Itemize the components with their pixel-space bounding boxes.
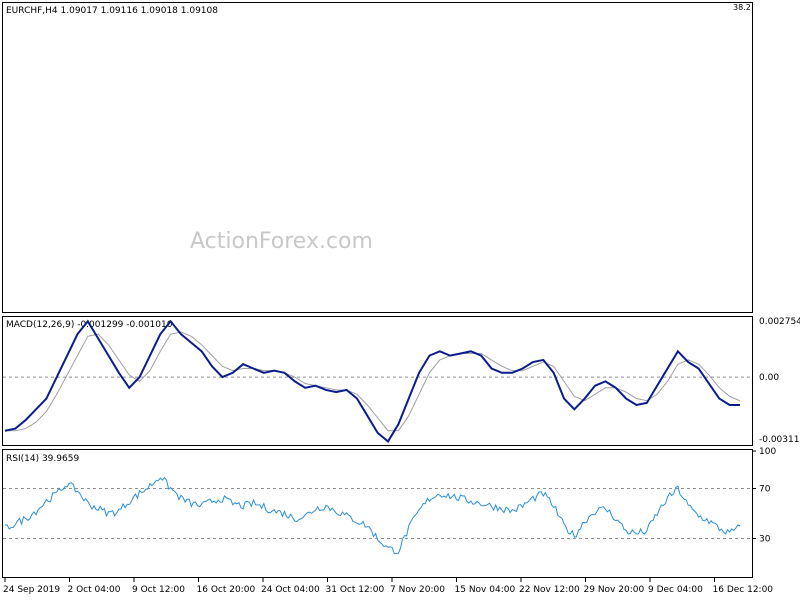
time-tick-label: 22 Nov 12:00: [519, 585, 580, 595]
rsi-tick-label: 100: [759, 447, 776, 457]
time-tick-label: 2 Oct 04:00: [68, 585, 121, 595]
eurchf-h4-chart: ActionForex.com EURCHF,H4 1.09017 1.0911…: [2, 2, 800, 595]
rsi-layer: [3, 476, 752, 555]
macd-tick-label: 0.002754: [759, 317, 800, 327]
macd-tick-label: 0.00: [759, 373, 779, 383]
time-tick-label: 24 Oct 04:00: [261, 585, 320, 595]
rsi-tick-label: 30: [759, 535, 771, 545]
time-tick-label: 29 Nov 20:00: [584, 585, 645, 595]
rsi-tick-label: 70: [759, 485, 771, 495]
rsi-panel-frame: [2, 449, 753, 578]
macd-line: [4, 319, 740, 443]
time-axis: 24 Sep 2019 2 Oct 04:00 9 Oct 12:00 16 Oct …: [3, 578, 773, 595]
price-header: EURCHF,H4 1.09017 1.09116 1.09018 1.0910…: [6, 6, 218, 16]
time-tick-label: 15 Nov 04:00: [455, 585, 516, 595]
time-tick-label: 7 Nov 20:00: [390, 585, 445, 595]
time-tick-label: 9 Dec 04:00: [648, 585, 703, 595]
macd-signal-line: [5, 331, 741, 432]
rsi-header: RSI(14) 39.9659: [6, 454, 79, 464]
time-tick-label: 9 Oct 12:00: [132, 585, 185, 595]
watermark: ActionForex.com: [190, 229, 373, 254]
rsi-axis: 100 70 30: [752, 447, 776, 545]
macd-panel-frame: [2, 316, 753, 446]
time-tick-label: 16 Dec 12:00: [713, 585, 774, 595]
macd-tick-label: -0.003119: [759, 435, 800, 445]
corner-value: 38.2: [733, 3, 751, 12]
macd-layer: [3, 319, 752, 443]
time-tick-label: 24 Sep 2019: [3, 585, 60, 595]
time-tick-label: 31 Oct 12:00: [326, 585, 385, 595]
macd-axis: 0.002754 0.00 -0.003119: [759, 317, 800, 445]
price-panel-frame: [2, 2, 753, 313]
time-tick-label: 16 Oct 20:00: [197, 585, 256, 595]
